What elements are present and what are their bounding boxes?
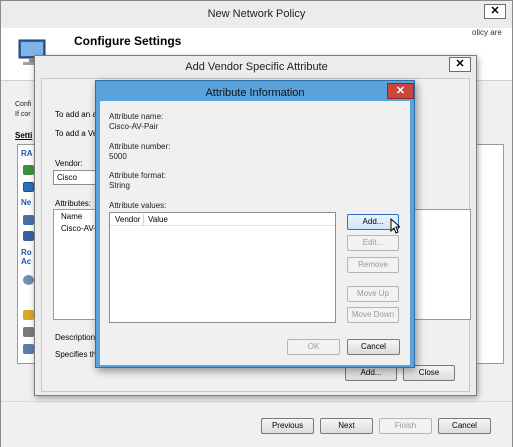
outer-close-button[interactable]: ✕ <box>484 4 506 19</box>
attributes-label: Attributes: <box>55 199 92 208</box>
left-text-fragment-2: If cor <box>15 111 31 118</box>
settings-section-label: Setti <box>15 131 33 140</box>
values-list-header: Vendor Value <box>110 213 335 226</box>
dialog-body: Attribute name: Cisco-AV-Pair Attribute … <box>100 101 410 365</box>
outer-cancel-button[interactable]: Cancel <box>438 418 491 434</box>
edit-value-button[interactable]: Edit... <box>347 235 399 251</box>
outer-title-bar[interactable]: New Network Policy ✕ <box>1 1 512 28</box>
move-down-button[interactable]: Move Down <box>347 307 399 323</box>
attribute-values-label: Attribute values: <box>109 201 167 210</box>
column-vendor[interactable]: Vendor <box>115 215 140 224</box>
description-label: Description: <box>55 333 98 342</box>
attribute-format-value: String <box>109 181 130 190</box>
left-text-fragment-1: Confi <box>15 101 32 108</box>
dialog-cancel-button[interactable]: Cancel <box>347 339 400 355</box>
attribute-format-label: Attribute format: <box>109 171 166 180</box>
header-right-fragment: olicy are <box>472 28 502 37</box>
outer-footer: Previous Next Finish Cancel <box>1 401 512 447</box>
attribute-number-label: Attribute number: <box>109 142 171 151</box>
mid-window-title: Add Vendor Specific Attribute <box>185 61 328 73</box>
column-value[interactable]: Value <box>148 215 168 224</box>
lock-icon[interactable] <box>23 310 34 320</box>
tree-caption-ne[interactable]: Ne <box>21 198 31 207</box>
previous-button[interactable]: Previous <box>261 418 314 434</box>
network-icon-2[interactable] <box>23 231 34 241</box>
dialog-close-button[interactable]: ✕ <box>387 83 414 99</box>
globe-icon-2[interactable] <box>23 275 34 285</box>
move-up-button[interactable]: Move Up <box>347 286 399 302</box>
tree-caption-ac[interactable]: Ac <box>21 257 31 266</box>
tree-caption-ro[interactable]: Ro <box>21 248 32 257</box>
globe-icon[interactable] <box>23 165 34 175</box>
attribute-name-value: Cisco-AV-Pair <box>109 122 159 131</box>
checklist-icon[interactable] <box>23 344 34 354</box>
attribute-name-label: Attribute name: <box>109 112 164 121</box>
attribute-information-dialog: Attribute Information ✕ Attribute name: … <box>95 80 415 368</box>
next-button[interactable]: Next <box>320 418 373 434</box>
network-icon[interactable] <box>23 215 34 225</box>
outer-window-title: New Network Policy <box>207 8 306 20</box>
ok-button[interactable]: OK <box>287 339 340 355</box>
vendor-label: Vendor: <box>55 159 83 168</box>
mouse-pointer-icon <box>390 218 400 234</box>
tree-caption-ra[interactable]: RA <box>21 149 33 158</box>
dialog-title: Attribute Information <box>205 87 305 99</box>
attributes-column-name[interactable]: Name <box>61 212 82 221</box>
column-divider[interactable] <box>143 214 144 225</box>
page-heading: Configure Settings <box>74 34 182 48</box>
attribute-number-value: 5000 <box>109 152 127 161</box>
mid-close-button[interactable]: ✕ <box>449 57 471 72</box>
finish-button[interactable]: Finish <box>379 418 432 434</box>
remove-value-button[interactable]: Remove <box>347 257 399 273</box>
selected-item-icon[interactable] <box>23 182 34 192</box>
attribute-values-list[interactable]: Vendor Value <box>109 212 336 323</box>
settings-icon[interactable] <box>23 327 34 337</box>
